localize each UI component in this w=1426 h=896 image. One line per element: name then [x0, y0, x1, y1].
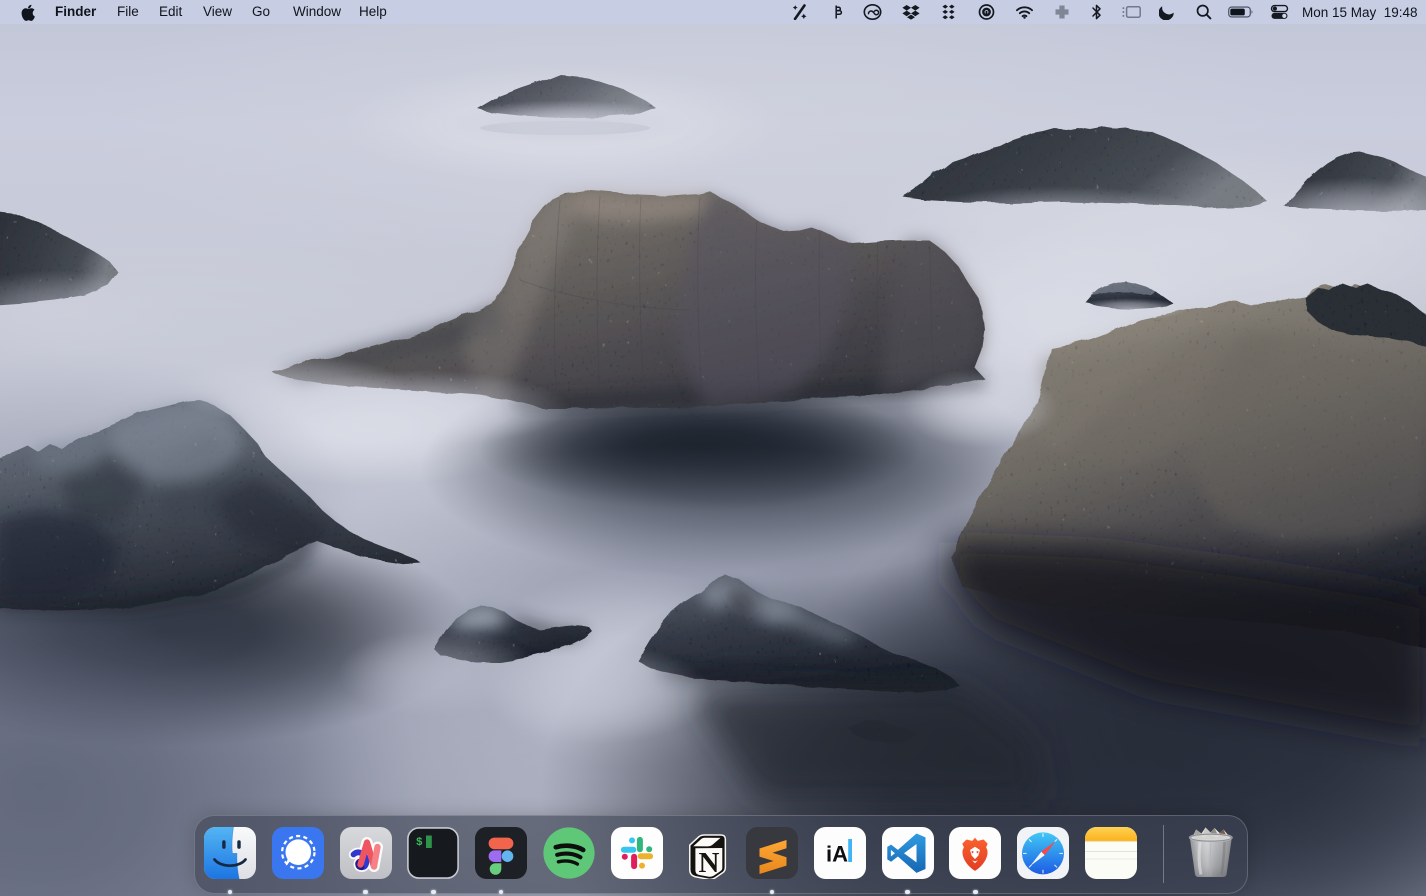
- svg-text:$: $: [416, 837, 423, 849]
- svg-text:iA: iA: [826, 842, 848, 867]
- svg-text:N: N: [699, 847, 720, 879]
